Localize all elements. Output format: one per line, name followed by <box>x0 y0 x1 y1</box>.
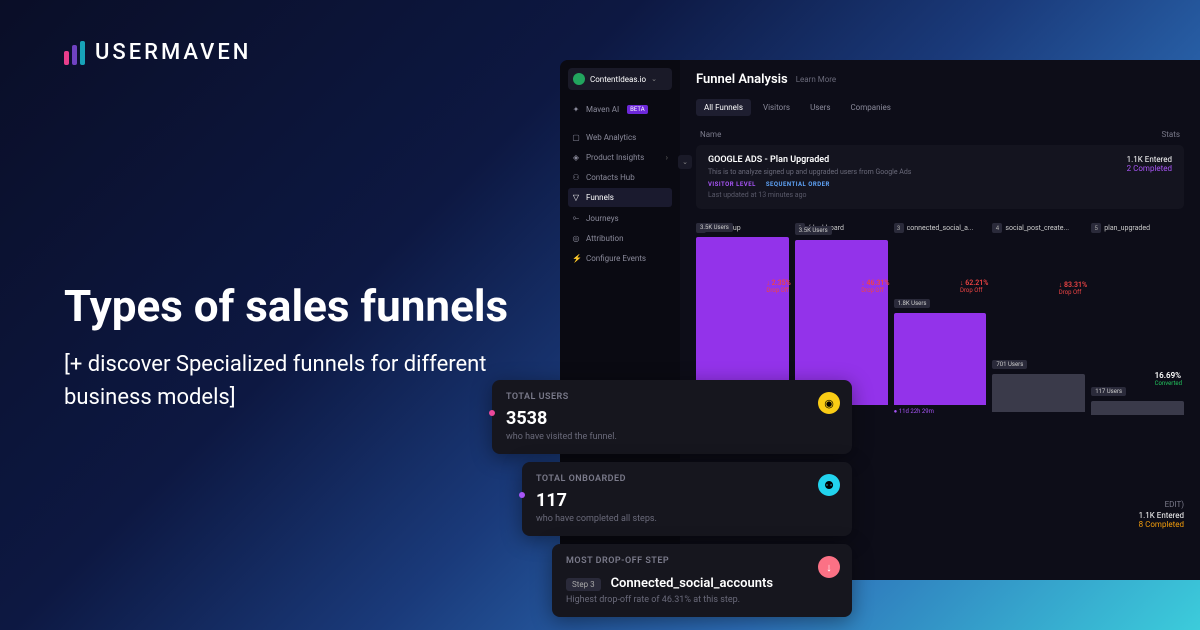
learn-more-link[interactable]: Learn More <box>796 75 836 84</box>
tab-users[interactable]: Users <box>802 99 838 116</box>
funnel-desc: This is to analyze signed up and upgrade… <box>708 168 1172 176</box>
headline-subtitle: [+ discover Specialized funnels for diff… <box>64 348 504 414</box>
funnel-tabs: All Funnels Visitors Users Companies <box>696 99 1184 116</box>
beta-badge: BETA <box>627 105 647 114</box>
stat-completed: 2 Completed <box>1127 164 1172 173</box>
card-desc: who have visited the funnel. <box>506 432 838 442</box>
nav-maven-ai[interactable]: ✦Maven AIBETA <box>568 100 672 119</box>
nav-product-insights[interactable]: ◈Product Insights› <box>568 148 672 167</box>
expand-toggle[interactable]: ⌄ <box>678 155 692 169</box>
users-count: 3.5K Users <box>696 223 733 232</box>
funnel-title: GOOGLE ADS - Plan Upgraded <box>708 155 1172 165</box>
col-stats: Stats <box>1162 130 1180 139</box>
cube-icon: ◈ <box>572 153 580 162</box>
lightning-icon: ⚡ <box>572 254 580 263</box>
users-icon: ⚇ <box>572 173 580 182</box>
browser-icon: ▢ <box>572 133 580 142</box>
tag-sequential: SEQUENTIAL ORDER <box>766 181 830 188</box>
users-group-icon: ⚉ <box>818 474 840 496</box>
tab-all-funnels[interactable]: All Funnels <box>696 99 751 116</box>
card-total-onboarded: ⚉ TOTAL ONBOARDED 117 who have completed… <box>522 462 852 536</box>
nav-journeys[interactable]: ⟜Journeys <box>568 208 672 228</box>
nav-attribution[interactable]: ◎Attribution <box>568 229 672 248</box>
brand-name: USERMAVEN <box>95 40 251 65</box>
funnel-icon: ▽ <box>572 193 580 202</box>
page-title: Funnel Analysis Learn More <box>696 72 1184 87</box>
step-chip: Step 3 <box>566 578 601 591</box>
drop-label: Drop Off <box>766 287 790 294</box>
target-icon: ◎ <box>572 234 580 243</box>
card-total-users: ◉ TOTAL USERS 3538 who have visited the … <box>492 380 852 454</box>
accent-dot-icon <box>489 410 495 416</box>
funnel-updated: Last updated at 13 minutes ago <box>708 191 1172 199</box>
nav-funnels[interactable]: ▽Funnels <box>568 188 672 207</box>
card-value: 3538 <box>506 408 838 429</box>
table-header: Name Stats <box>696 130 1184 145</box>
sparkle-icon: ✦ <box>572 105 580 114</box>
funnel-step: 4social_post_create... 701 Users ↓ 83.31… <box>992 223 1085 415</box>
funnel-step: 3connected_social_a... 1.8K Users ↓ 62.2… <box>894 223 987 415</box>
tab-visitors[interactable]: Visitors <box>755 99 798 116</box>
arrow-down-icon: ↓ <box>818 556 840 578</box>
path-icon: ⟜ <box>572 213 580 223</box>
overlay-stat-cards: ◉ TOTAL USERS 3538 who have visited the … <box>492 380 852 625</box>
card-label: TOTAL USERS <box>506 392 838 402</box>
main-content: Funnel Analysis Learn More All Funnels V… <box>680 60 1200 431</box>
nav-contacts-hub[interactable]: ⚇Contacts Hub <box>568 168 672 187</box>
funnel-step: 5plan_upgraded 117 Users 16.69%Converted <box>1091 223 1184 415</box>
stat-entered: 1.1K Entered <box>1127 155 1172 164</box>
accent-dot-icon <box>519 492 525 498</box>
dropoff-step-name: Connected_social_accounts <box>611 576 773 591</box>
logo-mark-icon <box>64 41 85 65</box>
tab-companies[interactable]: Companies <box>842 99 898 116</box>
workspace-switcher[interactable]: ContentIdeas.io ⌄ <box>568 68 672 90</box>
second-funnel-stats: EDIT) 1.1K Entered 8 Completed <box>1139 500 1184 529</box>
chevron-right-icon: › <box>666 153 668 162</box>
workspace-name: ContentIdeas.io <box>590 75 646 84</box>
coin-icon: ◉ <box>818 392 840 414</box>
funnel-row[interactable]: ⌄ GOOGLE ADS - Plan Upgraded This is to … <box>696 145 1184 209</box>
chevron-down-icon: ⌄ <box>651 75 657 83</box>
convert-label: Converted <box>1155 380 1182 387</box>
col-name: Name <box>700 130 721 139</box>
card-dropoff-step: ↓ MOST DROP-OFF STEP Step 3 Connected_so… <box>552 544 852 617</box>
workspace-avatar-icon <box>573 73 585 85</box>
nav-configure-events[interactable]: ⚡Configure Events <box>568 249 672 268</box>
tag-visitor-level: VISITOR LEVEL <box>708 181 756 188</box>
drop-pct: ↓ 2.35% <box>766 279 790 287</box>
nav-web-analytics[interactable]: ▢Web Analytics <box>568 128 672 147</box>
marketing-headline: Types of sales funnels [+ discover Speci… <box>64 280 508 414</box>
convert-pct: 16.69% <box>1155 371 1182 380</box>
headline-title: Types of sales funnels <box>64 280 508 332</box>
brand-logo: USERMAVEN <box>64 40 251 65</box>
